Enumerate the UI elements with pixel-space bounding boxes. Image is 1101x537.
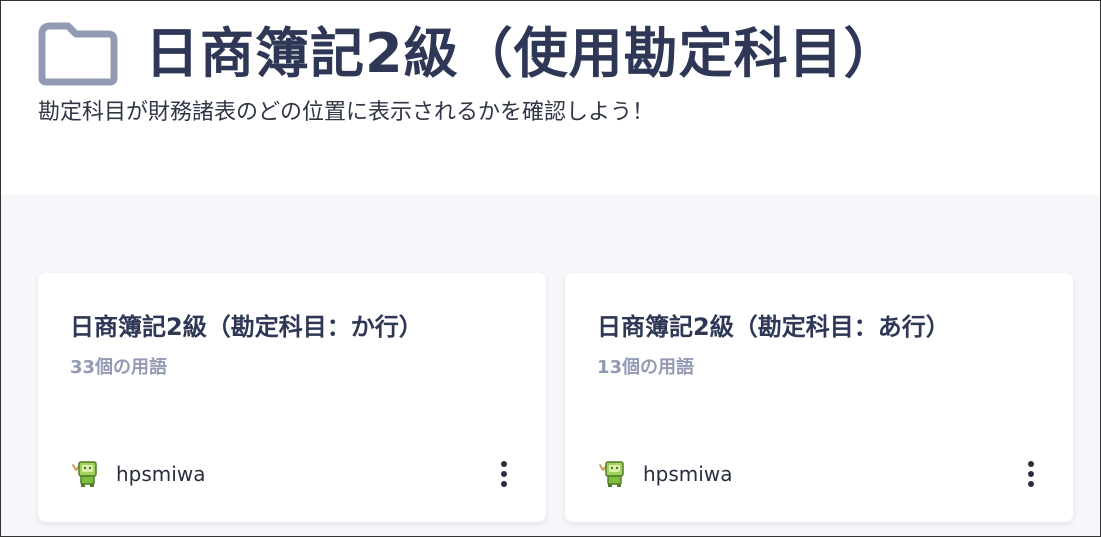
avatar-character-icon — [70, 456, 104, 490]
term-count: 13個の用語 — [597, 357, 695, 378]
card-footer: hpsmiwa — [597, 456, 1045, 492]
folder-icon — [38, 22, 118, 86]
page-subtitle: 勘定科目が財務諸表のどの位置に表示されるかを確認しよう！ — [38, 100, 655, 125]
study-set-title[interactable]: 日商簿記2級（勘定科目：か行） — [70, 310, 423, 344]
username-link[interactable]: hpsmiwa — [643, 462, 732, 486]
study-set-card[interactable]: 日商簿記2級（勘定科目：か行） 33個の用語 hpsmiwa — [38, 273, 546, 522]
more-vertical-icon — [1028, 461, 1034, 487]
more-options-button[interactable] — [1017, 456, 1045, 492]
avatar[interactable] — [70, 456, 104, 490]
more-options-button[interactable] — [490, 456, 518, 492]
more-vertical-icon — [501, 461, 507, 487]
study-set-title[interactable]: 日商簿記2級（勘定科目：あ行） — [597, 310, 950, 344]
avatar[interactable] — [597, 456, 631, 490]
study-set-card[interactable]: 日商簿記2級（勘定科目：あ行） 13個の用語 hpsmiwa — [565, 273, 1073, 522]
term-count: 33個の用語 — [70, 357, 168, 378]
avatar-character-icon — [597, 456, 631, 490]
page-header: 日商簿記2級（使用勘定科目） 勘定科目が財務諸表のどの位置に表示されるかを確認し… — [0, 0, 1101, 195]
page-title: 日商簿記2級（使用勘定科目） — [145, 22, 899, 85]
card-footer: hpsmiwa — [70, 456, 518, 492]
study-sets-area: 日商簿記2級（勘定科目：か行） 33個の用語 hpsmiwa 日商簿記2級（勘定… — [0, 195, 1101, 537]
username-link[interactable]: hpsmiwa — [116, 462, 205, 486]
